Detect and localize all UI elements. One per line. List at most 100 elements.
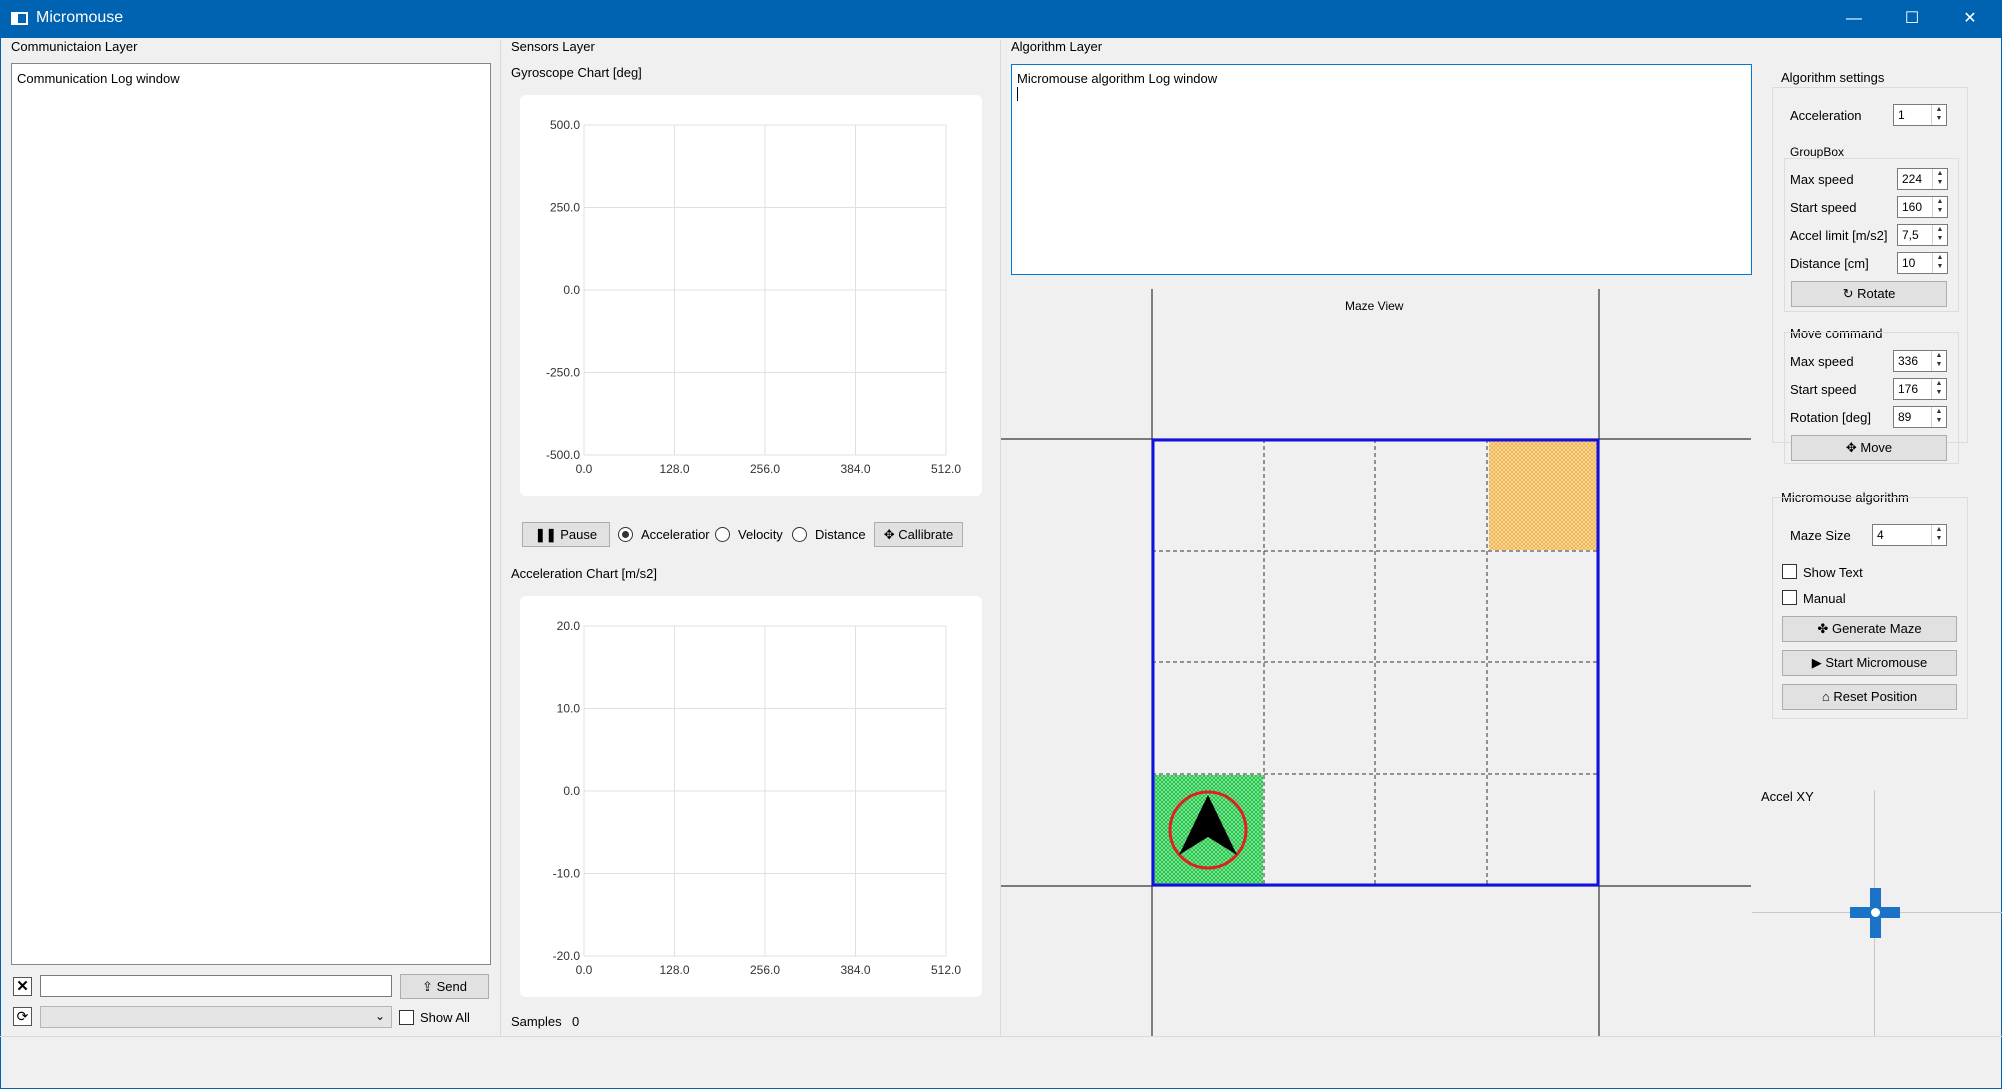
gyro-chart-title: Gyroscope Chart [deg]	[511, 65, 642, 80]
show-text-checkbox[interactable]	[1782, 564, 1797, 579]
acceleration-label: Acceleration	[1790, 108, 1862, 123]
show-text-label: Show Text	[1803, 565, 1863, 580]
chart-x-tick-label: 384.0	[840, 462, 870, 476]
app-icon	[11, 12, 28, 25]
comm-log[interactable]: Communication Log window	[11, 63, 491, 965]
chart-y-tick-label: -500.0	[546, 448, 580, 462]
spin-arrows-icon[interactable]: ▲ ▼	[1932, 169, 1947, 189]
chart-y-tick-label: 500.0	[550, 118, 580, 132]
rotation-spinbox[interactable]: 89 ▲ ▼	[1893, 406, 1947, 428]
window-title: Micromouse	[36, 9, 124, 26]
play-icon: ▶	[1811, 655, 1822, 670]
maze-svg	[1001, 289, 1751, 1036]
acceleration-spinbox[interactable]: 1 ▲ ▼	[1893, 104, 1947, 126]
max-speed-spinbox[interactable]: 224 ▲ ▼	[1897, 168, 1948, 190]
spin-arrows-icon[interactable]: ▲ ▼	[1931, 379, 1946, 399]
start-speed-spinbox[interactable]: 160 ▲ ▼	[1897, 196, 1948, 218]
port-select[interactable]: ⌄	[40, 1006, 392, 1028]
refresh-icon[interactable]: ⟳	[13, 1007, 32, 1026]
distance-radio[interactable]	[792, 527, 807, 542]
move-start-speed-spinbox[interactable]: 176 ▲ ▼	[1893, 378, 1947, 400]
accel-xy-widget	[1752, 790, 2002, 1036]
distance-radio-label: Distance	[815, 527, 866, 542]
gyro-chart-svg: 0.0 128.0 256.0 384.0 512.0 500.0 250.0 0.0 -250…	[546, 118, 961, 476]
chart-x-tick-label: 128.0	[659, 963, 689, 977]
groupbox-title: GroupBox	[1790, 145, 1845, 159]
gyro-chart: 0.0 128.0 256.0 384.0 512.0 500.0 250.0 0.0 -250…	[520, 95, 982, 496]
maximize-button[interactable]: ☐	[1884, 0, 1940, 38]
algorithm-log-text: Micromouse algorithm Log window	[1017, 71, 1218, 86]
chart-y-tick-label: -250.0	[546, 366, 580, 380]
spin-arrows-icon[interactable]: ▲ ▼	[1931, 525, 1946, 545]
maze-size-label: Maze Size	[1790, 528, 1851, 543]
samples-value: 0	[572, 1014, 580, 1029]
move-icon: ✥	[883, 527, 895, 542]
move-icon: ✥	[1845, 440, 1857, 455]
splitter-1[interactable]	[500, 40, 501, 1036]
close-button[interactable]: ✕	[1942, 0, 1998, 38]
move-button[interactable]: ✥ Move	[1791, 435, 1947, 461]
comm-input[interactable]	[40, 975, 392, 997]
minimize-button[interactable]: —	[1826, 0, 1882, 38]
spin-arrows-icon[interactable]: ▲ ▼	[1931, 351, 1946, 371]
maze-size-spinbox[interactable]: 4 ▲ ▼	[1872, 524, 1947, 546]
maze-view[interactable]: Maze View	[1001, 285, 1751, 1036]
acceleration-radio[interactable]	[618, 527, 633, 542]
sensors-layer-title: Sensors Layer	[511, 39, 595, 54]
goal-cell	[1489, 439, 1599, 550]
manual-label: Manual	[1803, 591, 1846, 606]
accel-limit-label: Accel limit [m/s2]	[1790, 228, 1888, 243]
show-all-checkbox[interactable]	[399, 1010, 414, 1025]
algorithm-log[interactable]: Micromouse algorithm Log window	[1011, 64, 1752, 275]
title-bar: Micromouse — ☐ ✕	[0, 0, 2002, 38]
rotate-button[interactable]: ↻ Rotate	[1791, 281, 1947, 307]
chart-x-tick-label: 0.0	[576, 963, 593, 977]
generate-maze-button[interactable]: ✤ Generate Maze	[1782, 616, 1957, 642]
chart-x-tick-label: 256.0	[750, 963, 780, 977]
acceleration-radio-label: Acceleratior	[641, 527, 710, 542]
chart-x-tick-label: 256.0	[750, 462, 780, 476]
algorithm-settings-title: Algorithm settings	[1781, 70, 1885, 85]
chart-y-tick-label: 20.0	[557, 619, 581, 633]
manual-checkbox[interactable]	[1782, 590, 1797, 605]
send-button[interactable]: ⇪ Send	[400, 974, 489, 999]
spin-arrows-icon[interactable]: ▲ ▼	[1932, 225, 1947, 245]
spin-arrows-icon[interactable]: ▲ ▼	[1932, 197, 1947, 217]
distance-spinbox[interactable]: 10 ▲ ▼	[1897, 252, 1948, 274]
clear-icon[interactable]: ✕	[13, 977, 32, 996]
chart-x-tick-label: 384.0	[840, 963, 870, 977]
distance-label: Distance [cm]	[1790, 256, 1869, 271]
chart-x-tick-label: 0.0	[576, 462, 593, 476]
upload-icon: ⇪	[422, 979, 433, 994]
accel-chart-svg: 0.0 128.0 256.0 384.0 512.0 20.0 10.0 0.0 -10.0 -…	[553, 619, 962, 977]
max-speed-label: Max speed	[1790, 172, 1854, 187]
reset-position-button[interactable]: ⌂ Reset Position	[1782, 684, 1957, 710]
chart-y-tick-label: -20.0	[553, 949, 581, 963]
velocity-radio[interactable]	[715, 527, 730, 542]
spin-arrows-icon[interactable]: ▲ ▼	[1932, 253, 1947, 273]
move-max-speed-spinbox[interactable]: 336 ▲ ▼	[1893, 350, 1947, 372]
samples-label: Samples	[511, 1014, 562, 1029]
show-all-label: Show All	[420, 1010, 470, 1025]
chart-y-tick-label: -10.0	[553, 867, 581, 881]
chart-y-tick-label: 10.0	[557, 702, 581, 716]
accel-xy-point	[1869, 906, 1882, 919]
text-cursor	[1017, 87, 1018, 101]
spin-arrows-icon[interactable]: ▲ ▼	[1931, 407, 1946, 427]
calibrate-button[interactable]: ✥ Callibrate	[874, 522, 963, 547]
pause-button[interactable]: ❚❚ Pause	[522, 522, 610, 547]
start-micromouse-button[interactable]: ▶ Start Micromouse	[1782, 650, 1957, 676]
accel-chart-title: Acceleration Chart [m/s2]	[511, 566, 657, 581]
spin-arrows-icon[interactable]: ▲ ▼	[1931, 105, 1946, 125]
generate-icon: ✤	[1817, 621, 1829, 636]
rotation-label: Rotation [deg]	[1790, 410, 1871, 425]
move-start-speed-label: Start speed	[1790, 382, 1857, 397]
move-max-speed-label: Max speed	[1790, 354, 1854, 369]
comm-log-text: Communication Log window	[17, 71, 180, 86]
chevron-down-icon: ⌄	[374, 1009, 385, 1023]
chart-y-tick-label: 0.0	[563, 283, 580, 297]
accel-limit-spinbox[interactable]: 7,5 ▲ ▼	[1897, 224, 1948, 246]
velocity-radio-label: Velocity	[738, 527, 783, 542]
chart-y-tick-label: 250.0	[550, 201, 580, 215]
pause-icon: ❚❚	[534, 527, 557, 542]
